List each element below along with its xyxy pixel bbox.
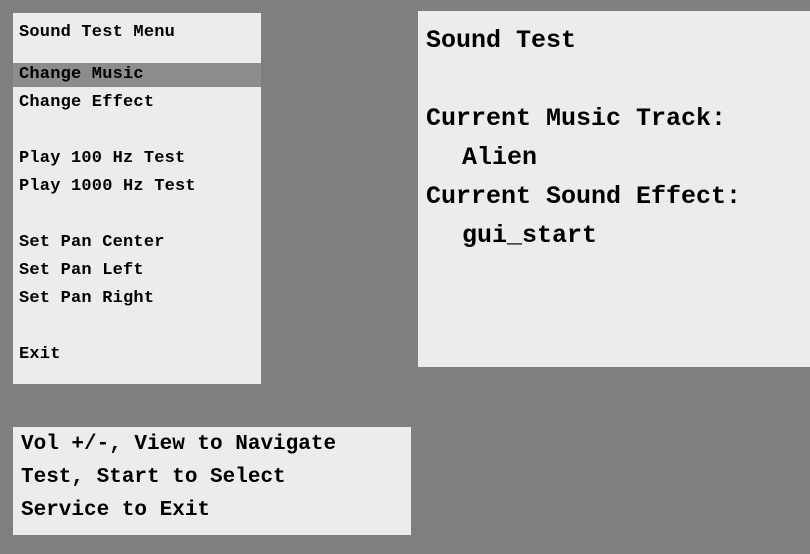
current-effect-label: Current Sound Effect: xyxy=(426,182,742,211)
help-line-select: Test, Start to Select xyxy=(21,466,286,489)
controls-help-panel: Vol +/-, View to Navigate Test, Start to… xyxy=(13,427,411,535)
menu-item-change-music[interactable]: Change Music xyxy=(13,63,261,87)
menu-item-change-effect[interactable]: Change Effect xyxy=(13,91,261,115)
menu-item-pan-left[interactable]: Set Pan Left xyxy=(13,259,261,283)
menu-item-exit[interactable]: Exit xyxy=(13,343,261,367)
menu-title: Sound Test Menu xyxy=(19,23,176,42)
menu-item-pan-right[interactable]: Set Pan Right xyxy=(13,287,261,311)
menu-item-play-100hz[interactable]: Play 100 Hz Test xyxy=(13,147,261,171)
current-effect-value: gui_start xyxy=(462,221,598,250)
current-music-label: Current Music Track: xyxy=(426,104,727,133)
help-line-navigate: Vol +/-, View to Navigate xyxy=(21,433,337,456)
current-music-value: Alien xyxy=(462,143,538,172)
info-title: Sound Test xyxy=(426,26,577,55)
menu-item-play-1000hz[interactable]: Play 1000 Hz Test xyxy=(13,175,261,199)
menu-item-pan-center[interactable]: Set Pan Center xyxy=(13,231,261,255)
sound-test-info-panel: Sound Test Current Music Track: Alien Cu… xyxy=(418,11,810,367)
help-line-exit: Service to Exit xyxy=(21,499,211,522)
sound-test-menu-panel: Sound Test Menu Change Music Change Effe… xyxy=(13,13,261,384)
